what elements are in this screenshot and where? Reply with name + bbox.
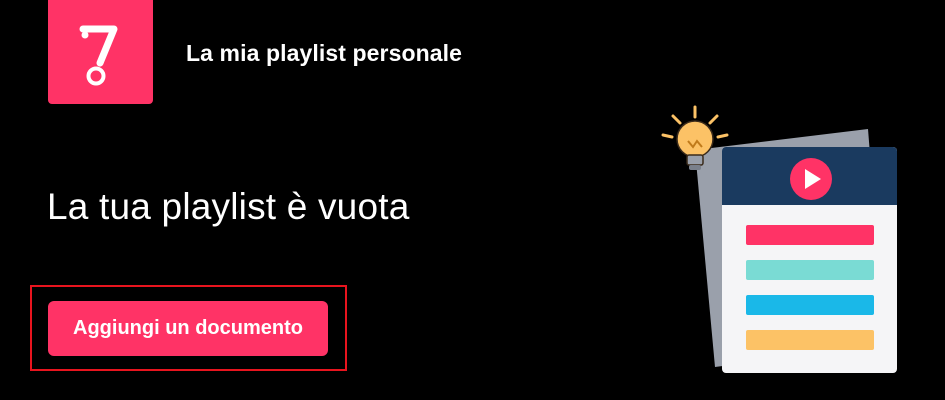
empty-playlist-heading: La tua playlist è vuota xyxy=(47,186,410,227)
playlist-page: La mia playlist personale La tua playlis… xyxy=(0,0,945,400)
playlist-card xyxy=(722,147,897,373)
add-document-button[interactable]: Aggiungi un documento xyxy=(48,301,328,356)
playlist-row xyxy=(746,260,874,280)
page-header-title: La mia playlist personale xyxy=(186,40,463,66)
playlist-illustration xyxy=(655,105,915,380)
brand-7-logo-icon xyxy=(79,25,118,86)
playlist-row xyxy=(746,225,874,245)
playlist-row xyxy=(746,295,874,315)
play-icon xyxy=(790,158,832,200)
brand-logo[interactable] xyxy=(48,0,153,104)
playlist-row xyxy=(746,330,874,350)
